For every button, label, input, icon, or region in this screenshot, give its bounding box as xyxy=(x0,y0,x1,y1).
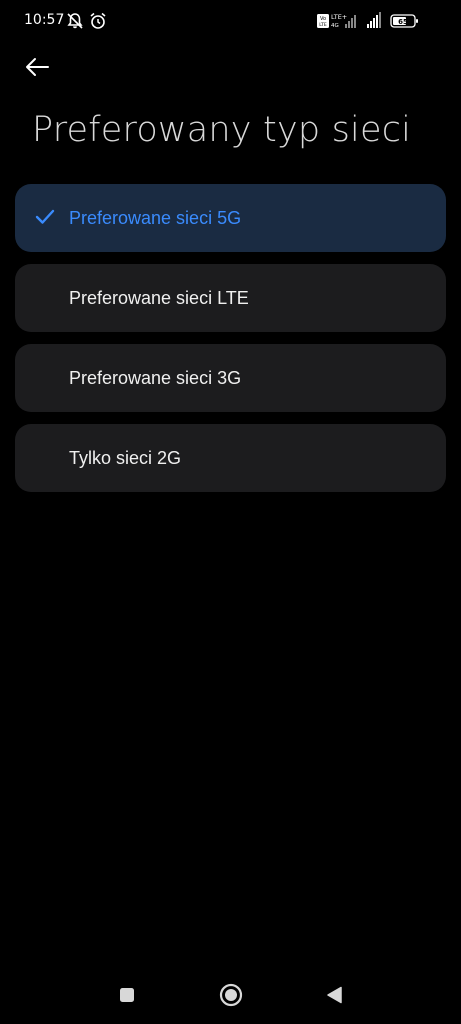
option-label: Tylko sieci 2G xyxy=(69,447,182,468)
lte-plus-signal-icon: LTE+ 4G xyxy=(331,13,356,29)
option-preferred-5g[interactable]: Preferowane sieci 5G xyxy=(15,184,446,252)
option-label: Preferowane sieci 5G xyxy=(69,207,242,228)
bell-off-icon xyxy=(66,12,84,34)
network-type-options: Preferowane sieci 5G Preferowane sieci L… xyxy=(15,184,446,504)
back-arrow-icon xyxy=(24,57,50,81)
svg-text:LTE: LTE xyxy=(319,22,327,28)
status-time: 10:57 xyxy=(24,12,65,28)
option-preferred-lte[interactable]: Preferowane sieci LTE xyxy=(15,264,446,332)
svg-text:Vo: Vo xyxy=(320,16,326,22)
volte-icon: Vo LTE xyxy=(317,14,329,28)
svg-text:65: 65 xyxy=(398,18,408,26)
option-only-2g[interactable]: Tylko sieci 2G xyxy=(15,424,446,492)
page-title: Preferowany typ sieci xyxy=(32,110,412,150)
option-label: Preferowane sieci LTE xyxy=(69,287,249,308)
nav-back-button[interactable] xyxy=(321,984,347,1010)
square-icon xyxy=(119,987,135,1007)
navigation-bar xyxy=(0,970,461,1024)
back-button[interactable] xyxy=(24,52,68,86)
option-preferred-3g[interactable]: Preferowane sieci 3G xyxy=(15,344,446,412)
triangle-back-icon xyxy=(325,986,343,1008)
option-label: Preferowane sieci 3G xyxy=(69,367,242,388)
checkmark-icon xyxy=(35,208,55,226)
status-bar: 10:57 Vo LTE LTE+ 4G 65 xyxy=(0,0,461,42)
home-button[interactable] xyxy=(218,983,244,1011)
circle-icon xyxy=(219,983,243,1011)
status-icons-right: Vo LTE LTE+ 4G 65 xyxy=(317,10,437,30)
signal-icon xyxy=(367,12,381,28)
alarm-icon xyxy=(89,12,107,34)
svg-text:4G: 4G xyxy=(331,23,339,29)
svg-text:LTE+: LTE+ xyxy=(331,13,347,21)
battery-icon: 65 xyxy=(390,14,418,28)
recents-button[interactable] xyxy=(114,984,140,1010)
